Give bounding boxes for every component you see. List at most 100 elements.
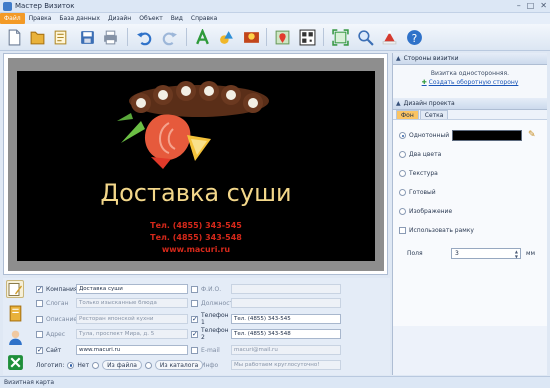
use-frame-checkbox[interactable]: Использовать рамку (399, 227, 474, 234)
map-icon[interactable] (273, 28, 291, 46)
maximize-button[interactable]: □ (527, 1, 535, 10)
card-phone-2[interactable]: Тел. (4855) 343-548 (17, 233, 375, 242)
margin-stepper[interactable]: 3 ▲ ▼ (451, 248, 521, 259)
card-site[interactable]: www.macuri.ru (17, 245, 375, 254)
radio-two-colors[interactable] (399, 151, 406, 158)
qrcode-icon[interactable] (298, 28, 316, 46)
edit-text-icon[interactable] (6, 280, 24, 298)
menu-design[interactable]: Дизайн (104, 13, 135, 24)
card-phone-1[interactable]: Тел. (4855) 343-545 (17, 221, 375, 230)
menu-object[interactable]: Объект (135, 13, 166, 24)
position-input[interactable] (231, 298, 341, 308)
logo-from-file-button[interactable]: Из файла (102, 360, 142, 370)
image-icon[interactable] (242, 28, 260, 46)
position-checkbox[interactable] (191, 299, 198, 307)
slogan-input[interactable]: Только изысканные блюда (76, 298, 188, 308)
close-button[interactable]: ✕ (540, 1, 547, 10)
fio-checkbox[interactable] (191, 285, 198, 293)
radio-ready[interactable] (399, 189, 406, 196)
card-company[interactable]: Доставка суши (17, 179, 375, 207)
save-icon[interactable] (78, 28, 96, 46)
margin-unit: мм (526, 250, 536, 257)
menu-edit[interactable]: Правка (25, 13, 56, 24)
excel-icon[interactable] (6, 353, 24, 371)
fit-icon[interactable] (331, 28, 349, 46)
pencil-icon[interactable]: ✎ (528, 130, 536, 140)
phone-1-input[interactable]: Тел. (4855) 343-545 (231, 314, 341, 324)
design-tabs: Фон Сетка (393, 110, 547, 120)
field-phone-1: Телефон 1 Тел. (4855) 343-545 (191, 312, 341, 326)
print-icon[interactable] (101, 28, 119, 46)
design-canvas[interactable]: Доставка суши Тел. (4855) 343-545 Тел. (… (3, 53, 388, 275)
stepper-arrows-icon[interactable]: ▲ ▼ (515, 249, 518, 259)
logo-file-radio[interactable] (92, 361, 100, 369)
site-input[interactable]: www.macuri.ru (76, 345, 188, 355)
logo-from-catalog-button[interactable]: Из каталога (154, 360, 204, 370)
shapes-icon[interactable] (217, 28, 235, 46)
field-company: Компания Доставка суши (36, 284, 188, 294)
design-section-header[interactable]: ▲ Дизайн проекта (393, 98, 547, 110)
menu-view[interactable]: Вид (167, 13, 187, 24)
phone-2-input[interactable]: Тел. (4855) 343-548 (231, 329, 341, 339)
sides-section: Визитка односторонняя. ✚ Создать оборотн… (393, 65, 547, 98)
email-checkbox[interactable] (191, 346, 198, 354)
slogan-checkbox[interactable] (36, 299, 43, 307)
logo-none-radio[interactable] (67, 361, 75, 369)
radio-solid[interactable] (399, 132, 406, 139)
radio-texture[interactable] (399, 170, 406, 177)
address-checkbox[interactable] (36, 330, 43, 338)
sides-section-header[interactable]: ▲ Стороны визитки (393, 53, 547, 65)
field-fio: Ф.И.О. (191, 284, 341, 294)
description-checkbox[interactable] (36, 315, 43, 323)
sushi-image[interactable] (111, 73, 281, 183)
redo-icon[interactable] (160, 28, 178, 46)
fill-ready-option[interactable]: Готовый (399, 189, 436, 196)
fill-image-option[interactable]: Изображение (399, 208, 452, 215)
margin-label: Поля (407, 250, 423, 257)
contact-icon[interactable] (6, 328, 24, 346)
notebook-icon[interactable] (6, 304, 24, 322)
fio-input[interactable] (231, 284, 341, 294)
open-icon[interactable] (28, 28, 46, 46)
tab-grid[interactable]: Сетка (419, 110, 449, 119)
app-icon (3, 2, 12, 11)
address-input[interactable]: Тула, проспект Мира, д. 5 (76, 329, 188, 339)
menu-database[interactable]: База данных (55, 13, 104, 24)
field-description: Описание Ресторан японской кухни (36, 314, 188, 324)
phone-1-checkbox[interactable] (191, 315, 198, 323)
company-checkbox[interactable] (36, 285, 43, 293)
minimize-button[interactable]: – (517, 1, 521, 10)
company-input[interactable]: Доставка суши (76, 284, 188, 294)
field-info: Инфо Мы работаем круглосуточно! (191, 360, 341, 370)
undo-icon[interactable] (135, 28, 153, 46)
background-settings: Однотонный ✎ Два цвета Текстура Готовый … (393, 120, 547, 326)
use-frame-box[interactable] (399, 227, 406, 234)
menu-file[interactable]: Файл (0, 13, 25, 24)
zoom-icon[interactable] (356, 28, 374, 46)
phone-2-checkbox[interactable] (191, 330, 198, 338)
field-position: Должность (191, 298, 341, 308)
fill-color-swatch[interactable] (452, 130, 522, 141)
info-input[interactable]: Мы работаем круглосуточно! (231, 360, 341, 370)
window-title: Мастер Визиток (15, 2, 75, 10)
new-icon[interactable] (5, 28, 23, 46)
fill-two-colors-option[interactable]: Два цвета (399, 151, 441, 158)
help-icon[interactable]: ? (405, 28, 423, 46)
svg-text:?: ? (411, 31, 417, 44)
christmas-icon[interactable] (380, 28, 398, 46)
menu-help[interactable]: Справка (187, 13, 221, 24)
business-card[interactable]: Доставка суши Тел. (4855) 343-545 Тел. (… (17, 71, 375, 261)
description-input[interactable]: Ресторан японской кухни (76, 314, 188, 324)
tab-background[interactable]: Фон (396, 110, 419, 119)
logo-label: Логотип: (36, 361, 65, 369)
email-input[interactable]: macuri@mail.ru (231, 345, 341, 355)
site-checkbox[interactable] (36, 346, 43, 354)
fill-solid-option[interactable]: Однотонный (399, 132, 449, 139)
fill-texture-option[interactable]: Текстура (399, 170, 438, 177)
text-icon[interactable] (193, 28, 211, 46)
template-icon[interactable] (51, 28, 69, 46)
logo-catalog-radio[interactable] (144, 361, 152, 369)
radio-image[interactable] (399, 208, 406, 215)
create-back-side-link[interactable]: ✚ Создать оборотную сторону (393, 79, 547, 86)
field-site: Сайт www.macuri.ru (36, 345, 188, 355)
